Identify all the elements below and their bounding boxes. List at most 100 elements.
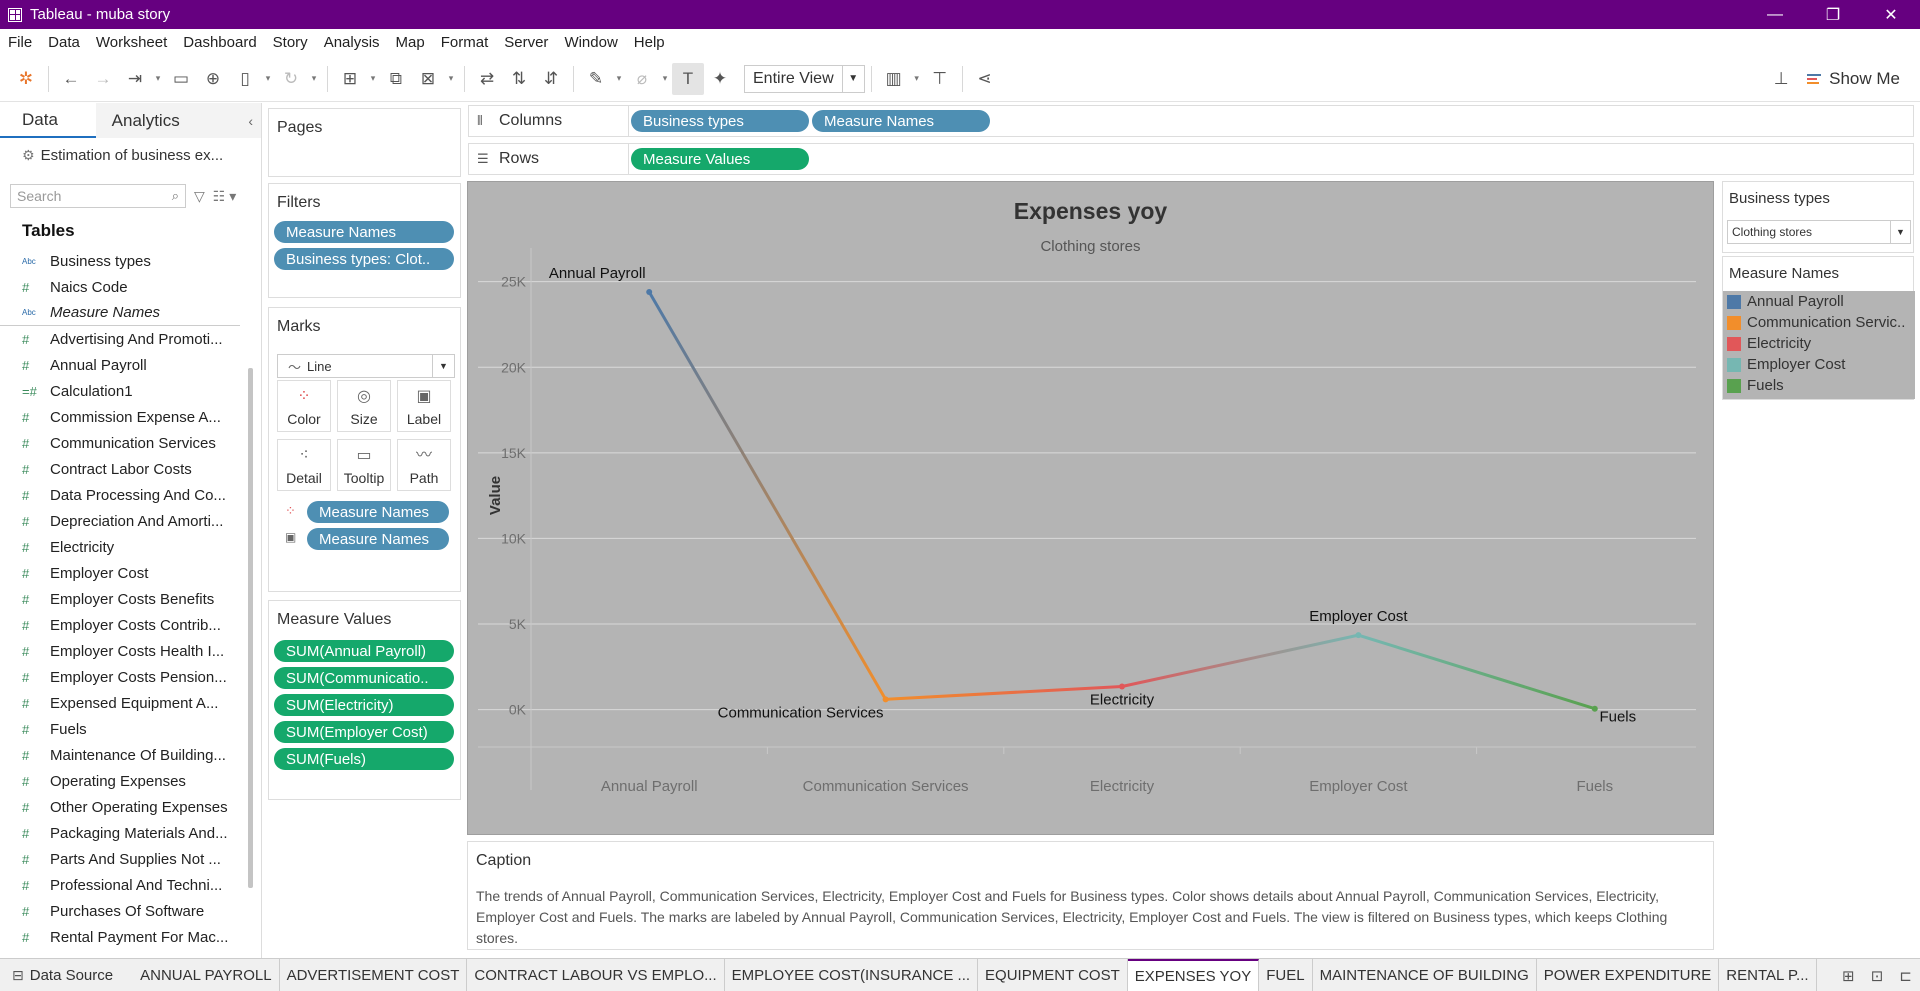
field-item[interactable]: # Employer Costs Benefits: [0, 586, 240, 612]
show-cards-icon[interactable]: ▥: [878, 63, 910, 95]
field-list-scrollbar[interactable]: [248, 368, 253, 888]
sort-ascending-icon[interactable]: ⇅: [503, 63, 535, 95]
search-input[interactable]: Search ⌕: [10, 184, 186, 208]
menu-worksheet[interactable]: Worksheet: [88, 34, 175, 51]
tableau-logo-icon[interactable]: ✲: [10, 63, 42, 95]
show-cards-dropdown-icon[interactable]: ▾: [910, 63, 924, 95]
save-icon[interactable]: ▭: [165, 63, 197, 95]
redo-icon[interactable]: →: [87, 63, 119, 95]
columns-pill-measure-names[interactable]: Measure Names: [812, 110, 990, 132]
refresh-icon[interactable]: ↻: [275, 63, 307, 95]
legend-item[interactable]: Employer Cost: [1723, 354, 1915, 375]
legend-item[interactable]: Fuels: [1723, 375, 1915, 396]
columns-pill-business-types[interactable]: Business types: [631, 110, 809, 132]
measure-pill[interactable]: SUM(Employer Cost): [274, 721, 454, 743]
legend-item[interactable]: Communication Servic..: [1723, 312, 1915, 333]
new-worksheet-icon[interactable]: ⊞: [334, 63, 366, 95]
field-item[interactable]: # Naics Code: [0, 274, 240, 300]
sheet-tab[interactable]: RENTAL P...: [1719, 959, 1817, 991]
filter-icon[interactable]: ▽: [194, 188, 205, 205]
size-button[interactable]: ◎ Size: [337, 380, 391, 432]
rows-shelf[interactable]: ☰ Rows Measure Values: [468, 143, 1914, 175]
field-item[interactable]: # Commission Expense A...: [0, 404, 240, 430]
menu-file[interactable]: File: [0, 34, 40, 51]
worksheet-view[interactable]: Expenses yoy Clothing stores 0K 5K 10K 15K 2…: [467, 181, 1714, 835]
field-item[interactable]: =# Calculation1: [0, 378, 240, 404]
field-item[interactable]: # Contract Labor Costs: [0, 456, 240, 482]
marks-pill-label[interactable]: Measure Names: [307, 528, 449, 550]
undo-icon[interactable]: ←: [55, 63, 87, 95]
tab-data[interactable]: Data: [0, 103, 96, 138]
field-item[interactable]: # Employer Cost: [0, 560, 240, 586]
menu-format[interactable]: Format: [433, 34, 497, 51]
new-datasource-icon[interactable]: ⊕: [197, 63, 229, 95]
mark-type-select[interactable]: 〜 Line ▼: [277, 354, 455, 378]
field-item[interactable]: Abc Measure Names: [0, 300, 240, 326]
replay-dropdown-icon[interactable]: ▾: [151, 63, 165, 95]
menu-dashboard[interactable]: Dashboard: [175, 34, 264, 51]
clear-dropdown-icon[interactable]: ▾: [444, 63, 458, 95]
rows-pill-measure-values[interactable]: Measure Values: [631, 148, 809, 170]
new-worksheet-icon[interactable]: ⊞: [1842, 967, 1855, 985]
color-button[interactable]: ⁘ Color: [277, 380, 331, 432]
new-story-icon[interactable]: ⊏: [1899, 967, 1912, 985]
path-button[interactable]: 〰 Path: [397, 439, 451, 491]
sheet-tab[interactable]: EMPLOYEE COST(INSURANCE ...: [725, 959, 979, 991]
new-dashboard-icon[interactable]: ⊡: [1871, 967, 1884, 985]
field-item[interactable]: # Employer Costs Health I...: [0, 638, 240, 664]
field-item[interactable]: # Rental Payment For Mac...: [0, 924, 240, 950]
menu-help[interactable]: Help: [626, 34, 673, 51]
format-painter-icon[interactable]: ⊥: [1765, 63, 1797, 95]
sheet-tab[interactable]: EQUIPMENT COST: [978, 959, 1128, 991]
datasource-item[interactable]: ⚙ Estimation of business ex...: [0, 138, 261, 172]
show-me-button[interactable]: ⊥ Show Me: [1765, 56, 1900, 102]
view-options-icon[interactable]: ☷ ▾: [213, 188, 236, 205]
field-item[interactable]: # Fuels: [0, 716, 240, 742]
sort-descending-icon[interactable]: ⇵: [535, 63, 567, 95]
replay-icon[interactable]: ⇥: [119, 63, 151, 95]
sheet-tab[interactable]: ADVERTISEMENT COST: [280, 959, 468, 991]
refresh-dropdown-icon[interactable]: ▾: [307, 63, 321, 95]
field-item[interactable]: # Other Operating Expenses: [0, 794, 240, 820]
collapse-icon[interactable]: ‹: [248, 113, 253, 129]
menu-analysis[interactable]: Analysis: [316, 34, 388, 51]
measure-pill[interactable]: SUM(Annual Payroll): [274, 640, 454, 662]
field-item[interactable]: # Annual Payroll: [0, 352, 240, 378]
tab-analytics[interactable]: Analytics ‹: [95, 103, 261, 138]
field-item[interactable]: # Electricity: [0, 534, 240, 560]
filter-pill-business-types[interactable]: Business types: Clot..: [274, 248, 454, 270]
detail-button[interactable]: ⁖ Detail: [277, 439, 331, 491]
restore-button[interactable]: ❐: [1804, 0, 1862, 29]
measure-pill[interactable]: SUM(Electricity): [274, 694, 454, 716]
group-dropdown-icon[interactable]: ▾: [658, 63, 672, 95]
sheet-tab[interactable]: CONTRACT LABOUR VS EMPLO...: [467, 959, 725, 991]
pause-updates-icon[interactable]: ▯: [229, 63, 261, 95]
sheet-tab[interactable]: POWER EXPENDITURE: [1537, 959, 1720, 991]
show-labels-icon[interactable]: T: [672, 62, 704, 95]
columns-shelf[interactable]: ⦀ Columns Business types Measure Names: [468, 105, 1914, 137]
field-item[interactable]: Abc Business types: [0, 248, 240, 274]
field-item[interactable]: # Communication Services: [0, 430, 240, 456]
menu-data[interactable]: Data: [40, 34, 88, 51]
legend-item[interactable]: Annual Payroll: [1723, 291, 1915, 312]
menu-server[interactable]: Server: [496, 34, 556, 51]
group-icon[interactable]: ⌀: [626, 63, 658, 95]
measure-pill[interactable]: SUM(Fuels): [274, 748, 454, 770]
legend-item[interactable]: Electricity: [1723, 333, 1915, 354]
field-item[interactable]: # Advertising And Promoti...: [0, 326, 240, 352]
field-item[interactable]: # Employer Costs Pension...: [0, 664, 240, 690]
field-item[interactable]: # Professional And Techni...: [0, 872, 240, 898]
presentation-mode-icon[interactable]: ⊤: [924, 63, 956, 95]
pause-dropdown-icon[interactable]: ▾: [261, 63, 275, 95]
field-item[interactable]: # Maintenance Of Building...: [0, 742, 240, 768]
menu-window[interactable]: Window: [556, 34, 625, 51]
minimize-button[interactable]: —: [1746, 0, 1804, 29]
close-button[interactable]: ✕: [1862, 0, 1920, 29]
field-item[interactable]: # Packaging Materials And...: [0, 820, 240, 846]
new-worksheet-dropdown-icon[interactable]: ▾: [366, 63, 380, 95]
field-item[interactable]: # Data Processing And Co...: [0, 482, 240, 508]
pin-icon[interactable]: ✦: [704, 63, 736, 95]
share-icon[interactable]: ⋖: [969, 63, 1001, 95]
marks-pill-color[interactable]: Measure Names: [307, 501, 449, 523]
field-item[interactable]: # Depreciation And Amorti...: [0, 508, 240, 534]
